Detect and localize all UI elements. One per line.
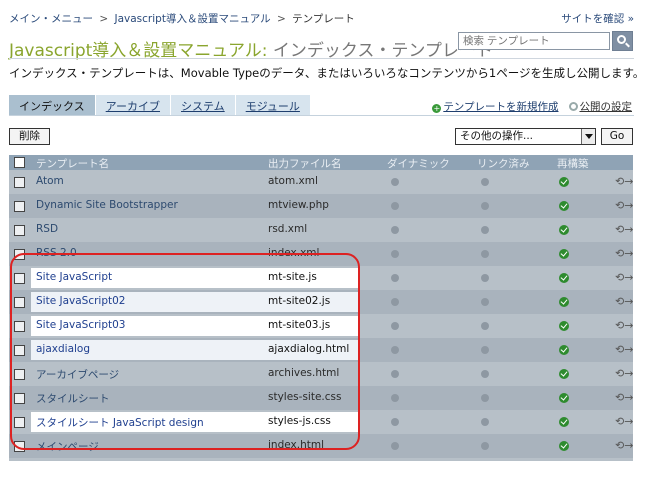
- dynamic-off-icon: [391, 250, 399, 258]
- table-row: Dynamic Site Bootstrapper mtview.php ⟲→: [9, 194, 633, 218]
- dynamic-off-icon: [391, 274, 399, 282]
- output-file: mtview.php: [268, 199, 329, 211]
- check-icon: [559, 369, 569, 379]
- search-button[interactable]: [612, 31, 633, 51]
- new-template-label: テンプレートを新規作成: [443, 101, 559, 113]
- dynamic-off-icon: [391, 370, 399, 378]
- plus-icon: +: [432, 104, 442, 113]
- breadcrumb-main-menu[interactable]: メイン・メニュー: [9, 13, 93, 25]
- breadcrumb-separator: >: [99, 13, 109, 25]
- template-name-link[interactable]: Atom: [36, 175, 64, 187]
- go-button[interactable]: Go: [601, 128, 633, 145]
- view-site-link[interactable]: サイトを確認 »: [561, 11, 634, 26]
- header-template-name[interactable]: テンプレート名: [36, 156, 109, 171]
- publish-icon[interactable]: ⟲→: [615, 391, 633, 404]
- select-all-checkbox[interactable]: [14, 157, 25, 168]
- check-icon: [559, 417, 569, 427]
- template-name-link[interactable]: RSD: [36, 223, 58, 235]
- table-row: Atom atom.xml ⟲→: [9, 170, 633, 194]
- check-icon: [559, 201, 569, 211]
- breadcrumb: メイン・メニュー > Javascript導入＆設置マニュアル > テンプレート: [9, 11, 355, 26]
- linked-off-icon: [481, 274, 489, 282]
- linked-off-icon: [481, 442, 489, 450]
- table-header: テンプレート名 出力ファイル名 ダイナミック リンク済み 再構築: [9, 155, 633, 170]
- header-dynamic: ダイナミック: [387, 158, 450, 170]
- check-icon: [559, 249, 569, 259]
- check-icon: [559, 273, 569, 283]
- check-icon: [559, 393, 569, 403]
- check-icon: [559, 225, 569, 235]
- publish-icon[interactable]: ⟲→: [615, 415, 633, 428]
- breadcrumb-separator: >: [276, 13, 286, 25]
- linked-off-icon: [481, 418, 489, 426]
- template-tabs: インデックス アーカイブ システム モジュール: [9, 95, 311, 115]
- publish-icon[interactable]: ⟲→: [615, 319, 633, 332]
- publish-icon[interactable]: ⟲→: [615, 343, 633, 356]
- linked-off-icon: [481, 346, 489, 354]
- gear-icon: [568, 102, 578, 111]
- dynamic-off-icon: [391, 226, 399, 234]
- more-actions-value: その他の操作...: [460, 130, 534, 142]
- check-icon: [559, 177, 569, 187]
- publish-settings-link[interactable]: 公開の設定: [568, 99, 633, 114]
- dynamic-off-icon: [391, 178, 399, 186]
- publish-icon[interactable]: ⟲→: [615, 271, 633, 284]
- tab-system[interactable]: システム: [171, 95, 235, 115]
- linked-off-icon: [481, 226, 489, 234]
- publish-icon[interactable]: ⟲→: [615, 175, 633, 188]
- new-template-link[interactable]: + テンプレートを新規作成: [432, 99, 559, 114]
- publish-icon[interactable]: ⟲→: [615, 367, 633, 380]
- chevron-down-icon: [581, 129, 595, 144]
- output-file: atom.xml: [268, 175, 318, 187]
- linked-off-icon: [481, 370, 489, 378]
- linked-off-icon: [481, 178, 489, 186]
- publish-icon[interactable]: ⟲→: [615, 295, 633, 308]
- publish-settings-label: 公開の設定: [579, 101, 633, 113]
- search-icon-handle: [625, 42, 630, 48]
- check-icon: [559, 441, 569, 451]
- title-divider: [9, 58, 634, 59]
- breadcrumb-current: テンプレート: [292, 13, 355, 25]
- top-links: + テンプレートを新規作成 公開の設定: [432, 99, 632, 114]
- breadcrumb-blog[interactable]: Javascript導入＆設置マニュアル: [115, 13, 271, 25]
- check-icon: [559, 345, 569, 355]
- linked-off-icon: [481, 250, 489, 258]
- page-description: インデックス・テンプレートは、Movable Typeのデータ、またはいろいろな…: [9, 66, 645, 80]
- row-checkbox[interactable]: [14, 225, 25, 236]
- publish-icon[interactable]: ⟲→: [615, 199, 633, 212]
- tab-archive[interactable]: アーカイブ: [95, 95, 171, 115]
- publish-icon[interactable]: ⟲→: [615, 439, 633, 452]
- dynamic-off-icon: [391, 298, 399, 306]
- dynamic-off-icon: [391, 322, 399, 330]
- delete-button[interactable]: 削除: [9, 128, 50, 145]
- header-linked: リンク済み: [477, 158, 530, 170]
- linked-off-icon: [481, 202, 489, 210]
- highlight-annotation: [10, 253, 360, 450]
- table-row: RSD rsd.xml ⟲→: [9, 218, 633, 242]
- tab-module[interactable]: モジュール: [235, 95, 310, 115]
- more-actions-select[interactable]: その他の操作...: [455, 128, 596, 145]
- linked-off-icon: [481, 394, 489, 402]
- header-rebuild: 再構築: [557, 158, 589, 170]
- header-output-file[interactable]: 出力ファイル名: [268, 156, 342, 171]
- search-input[interactable]: [458, 32, 610, 50]
- table-footer: [9, 458, 633, 461]
- publish-icon[interactable]: ⟲→: [615, 223, 633, 236]
- dynamic-off-icon: [391, 346, 399, 354]
- row-checkbox[interactable]: [14, 201, 25, 212]
- output-file: rsd.xml: [268, 223, 308, 235]
- tab-divider: [9, 115, 634, 116]
- row-checkbox[interactable]: [14, 177, 25, 188]
- dynamic-off-icon: [391, 442, 399, 450]
- dynamic-off-icon: [391, 202, 399, 210]
- publish-icon[interactable]: ⟲→: [615, 247, 633, 260]
- linked-off-icon: [481, 298, 489, 306]
- check-icon: [559, 321, 569, 331]
- linked-off-icon: [481, 322, 489, 330]
- tab-index[interactable]: インデックス: [9, 95, 95, 115]
- check-icon: [559, 297, 569, 307]
- dynamic-off-icon: [391, 394, 399, 402]
- dynamic-off-icon: [391, 418, 399, 426]
- template-name-link[interactable]: Dynamic Site Bootstrapper: [36, 199, 178, 211]
